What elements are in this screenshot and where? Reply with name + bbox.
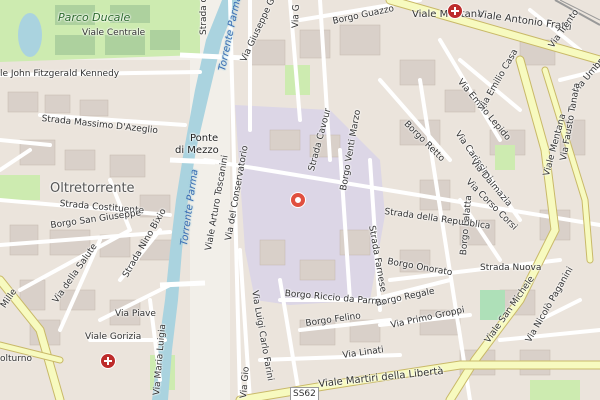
hospital-icon[interactable] (447, 3, 463, 19)
viale-gorizia-label: Viale Gorizia (85, 332, 142, 342)
ponte-line2-label: di Mezzo (175, 145, 219, 156)
via-nuova-label: Strada Nuova (480, 263, 542, 273)
oltretorrente-label: Oltretorrente (50, 181, 135, 196)
hospital-icon[interactable] (100, 353, 116, 369)
parco-ducale-label: Parco Ducale (58, 11, 131, 24)
ponte-line1-label: Ponte (190, 133, 219, 144)
ss62-shield: SS62 (290, 387, 319, 400)
map-view[interactable]: Parco Ducale Viale Centrale le John Fitz… (0, 0, 600, 400)
volturno-label: olturno (0, 354, 32, 364)
via-piave-label: Via Piave (115, 309, 156, 319)
viale-centrale-label: Viale Centrale (82, 28, 146, 38)
kennedy-label: le John Fitzgerald Kennedy (0, 69, 120, 79)
via-g-label: Via G (291, 4, 302, 29)
strada-della-r-label: Strada dell (199, 0, 209, 35)
location-marker-icon[interactable] (291, 193, 305, 207)
